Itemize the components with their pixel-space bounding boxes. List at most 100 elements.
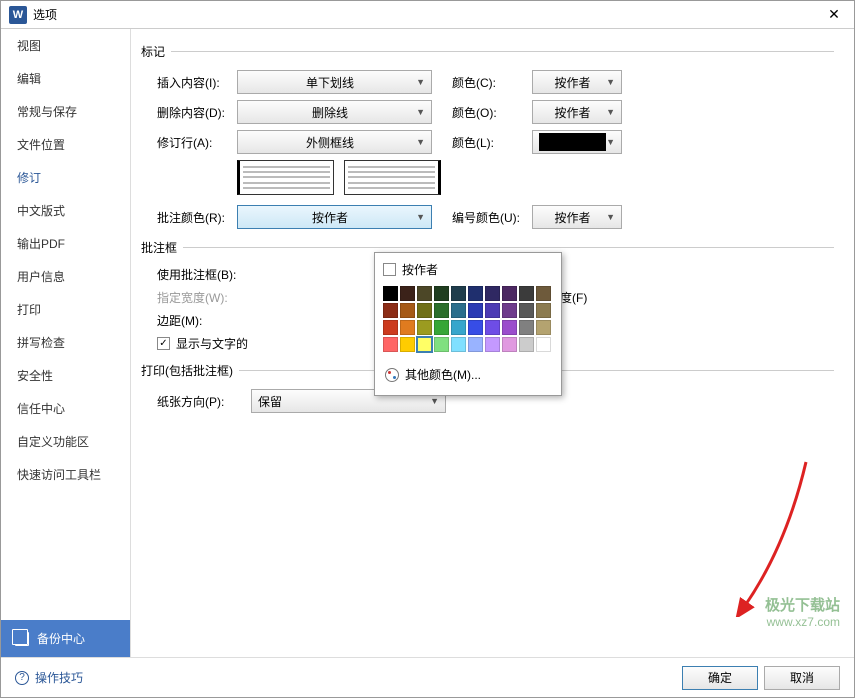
color-swatch[interactable] [451,337,466,352]
color-swatch[interactable] [417,303,432,318]
check-icon: ✓ [157,337,170,350]
color-swatch[interactable] [417,320,432,335]
combo-insert[interactable]: 单下划线▼ [237,70,432,94]
more-colors-button[interactable]: 其他颜色(M)... [383,362,553,387]
sidebar-item[interactable]: 打印 [1,293,130,326]
sidebar-item[interactable]: 修订 [1,161,130,194]
sidebar-item[interactable]: 中文版式 [1,194,130,227]
sidebar-item[interactable]: 拼写检查 [1,326,130,359]
color-swatch[interactable] [400,320,415,335]
annotation-arrow-2 [726,457,816,617]
color-swatch[interactable] [519,337,534,352]
chevron-down-icon: ▼ [606,212,615,222]
label-color-l: 颜色(L): [452,134,532,151]
section-mark: 标记 [141,43,834,60]
dialog-title: 选项 [33,6,822,23]
color-swatch[interactable] [434,320,449,335]
color-swatch[interactable] [485,286,500,301]
backup-icon [15,632,29,646]
chevron-down-icon: ▼ [606,137,615,147]
color-swatch[interactable] [536,286,551,301]
sidebar-item[interactable]: 快速访问工具栏 [1,458,130,491]
checkbox-show-line[interactable]: ✓显示与文字的 [157,335,248,352]
backup-center-button[interactable]: 备份中心 [1,620,130,657]
sidebar-item[interactable]: 编辑 [1,62,130,95]
chevron-down-icon: ▼ [416,212,425,222]
by-author-label: 按作者 [402,261,438,278]
chevron-down-icon: ▼ [416,107,425,117]
color-swatch[interactable] [468,337,483,352]
sidebar-item[interactable]: 视图 [1,29,130,62]
color-swatch[interactable] [502,320,517,335]
color-swatch[interactable] [434,303,449,318]
close-button[interactable]: ✕ [822,3,846,27]
sidebar-item[interactable]: 信任中心 [1,392,130,425]
sidebar-item[interactable]: 自定义功能区 [1,425,130,458]
label-comment-color: 批注颜色(R): [157,209,237,226]
main-panel: 标记 插入内容(I): 单下划线▼ 颜色(C): 按作者▼ 删除内容(D): 删… [131,29,854,657]
color-swatch[interactable] [485,337,500,352]
color-swatch[interactable] [434,286,449,301]
sidebar-item[interactable]: 常规与保存 [1,95,130,128]
color-swatch[interactable] [383,320,398,335]
tips-link[interactable]: ? 操作技巧 [15,669,83,686]
color-swatch[interactable] [502,337,517,352]
combo-comment-color[interactable]: 按作者▼ [237,205,432,229]
combo-number-color[interactable]: 按作者▼ [532,205,622,229]
color-swatch[interactable] [468,303,483,318]
color-swatch[interactable] [485,320,500,335]
ok-button[interactable]: 确定 [682,666,758,690]
color-swatch[interactable] [519,286,534,301]
color-swatch[interactable] [417,286,432,301]
preview-left [237,160,334,195]
color-swatch[interactable] [519,320,534,335]
color-swatch[interactable] [417,337,432,352]
color-swatch[interactable] [536,303,551,318]
color-swatch[interactable] [400,337,415,352]
label-orient: 纸张方向(P): [157,393,251,410]
color-swatch[interactable] [519,303,534,318]
color-swatch[interactable] [400,303,415,318]
label-margin: 边距(M): [157,312,251,329]
revision-line-preview [141,160,834,195]
color-swatch[interactable] [451,303,466,318]
sidebar-item[interactable]: 安全性 [1,359,130,392]
sidebar-item[interactable]: 用户信息 [1,260,130,293]
label-color-c: 颜色(C): [452,74,532,91]
color-swatch[interactable] [536,337,551,352]
combo-delete[interactable]: 删除线▼ [237,100,432,124]
cancel-button[interactable]: 取消 [764,666,840,690]
dialog-footer: ? 操作技巧 确定 取消 [1,657,854,697]
combo-color-c[interactable]: 按作者▼ [532,70,622,94]
color-swatch[interactable] [451,286,466,301]
app-icon: W [9,6,27,24]
by-author-checkbox[interactable] [383,263,396,276]
combo-revline[interactable]: 外侧框线▼ [237,130,432,154]
watermark: 极光下载站 www.xz7.com [765,597,840,629]
sidebar: 视图编辑常规与保存文件位置修订中文版式输出PDF用户信息打印拼写检查安全性信任中… [1,29,131,657]
label-width: 指定宽度(W): [157,289,251,306]
color-swatch-black [539,133,606,151]
sidebar-item[interactable]: 输出PDF [1,227,130,260]
label-revline: 修订行(A): [157,134,237,151]
options-dialog: W 选项 ✕ 视图编辑常规与保存文件位置修订中文版式输出PDF用户信息打印拼写检… [0,0,855,698]
color-swatch[interactable] [502,303,517,318]
label-number-color: 编号颜色(U): [452,209,532,226]
label-delete: 删除内容(D): [157,104,237,121]
label-use-ballon: 使用批注框(B): [157,266,251,283]
color-swatch[interactable] [434,337,449,352]
question-icon: ? [15,671,29,685]
sidebar-item[interactable]: 文件位置 [1,128,130,161]
color-swatch[interactable] [383,337,398,352]
combo-color-l[interactable]: ▼ [532,130,622,154]
color-swatch[interactable] [400,286,415,301]
color-swatch[interactable] [468,320,483,335]
color-swatch[interactable] [502,286,517,301]
color-swatch[interactable] [536,320,551,335]
color-swatch[interactable] [383,303,398,318]
color-swatch[interactable] [468,286,483,301]
color-swatch[interactable] [485,303,500,318]
color-swatch[interactable] [383,286,398,301]
combo-color-o[interactable]: 按作者▼ [532,100,622,124]
color-swatch[interactable] [451,320,466,335]
